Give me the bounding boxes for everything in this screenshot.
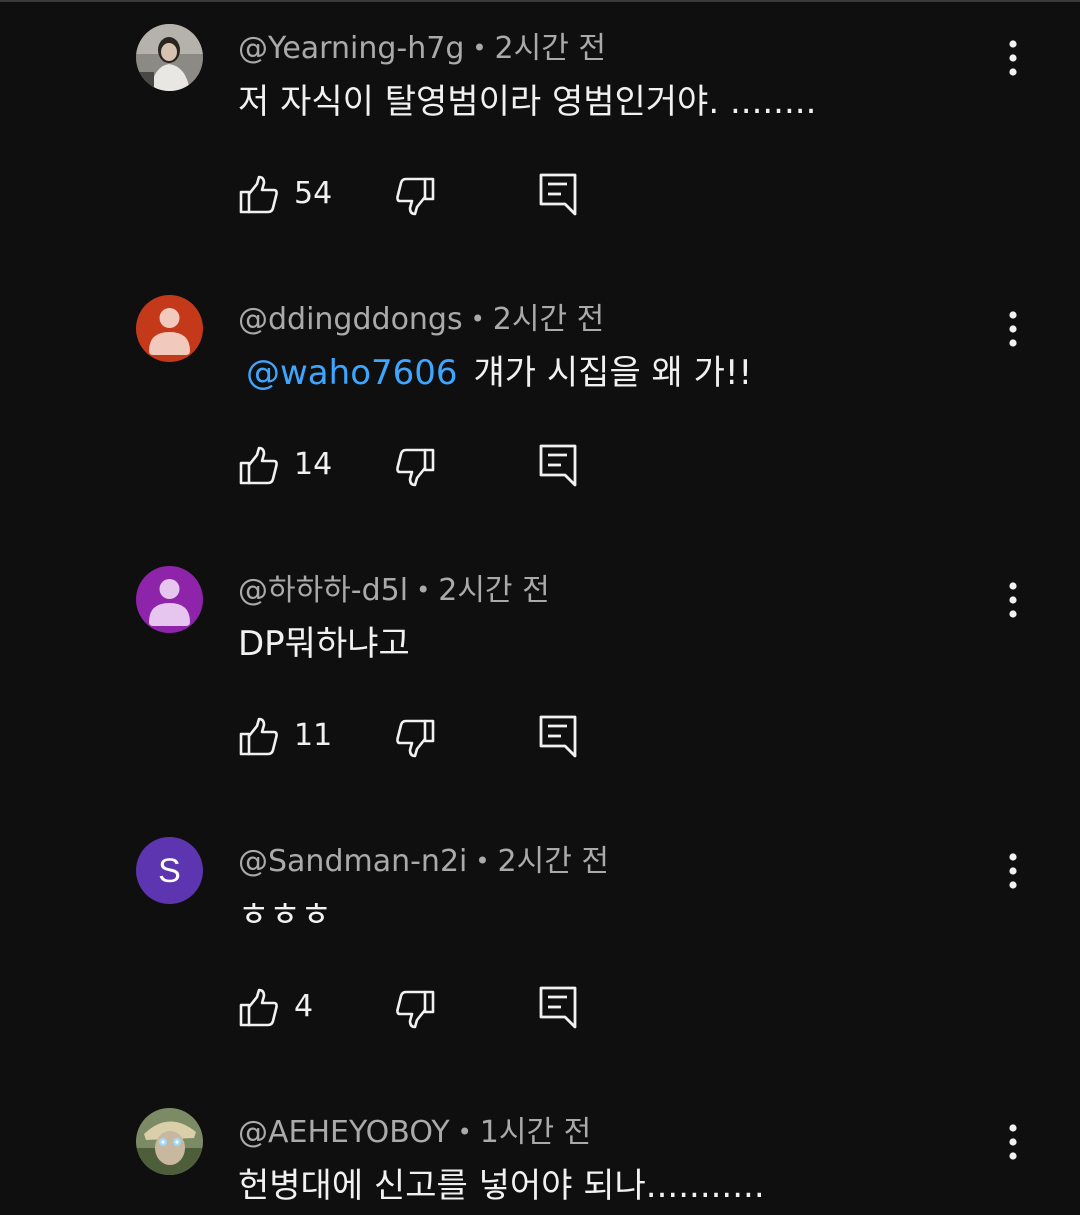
comment-time: 2시간 전 xyxy=(492,302,605,337)
author-name[interactable]: @Sandman-n2i xyxy=(238,844,467,879)
comment-item: @하하하-d5l • 2시간 전 DP뭐하냐고 11 xyxy=(0,542,1080,813)
reply-icon[interactable] xyxy=(538,714,578,764)
more-vert-icon[interactable] xyxy=(996,309,1030,349)
reply-icon[interactable] xyxy=(538,443,578,493)
comment-item: S @Sandman-n2i • 2시간 전 ㅎㅎㅎ 4 xyxy=(0,813,1080,1084)
author-name[interactable]: @AEHEYOBOY xyxy=(238,1115,450,1150)
reply-icon[interactable] xyxy=(538,985,578,1035)
thumbs-down-icon[interactable] xyxy=(394,989,436,1035)
comment-meta: @Sandman-n2i • 2시간 전 xyxy=(238,839,609,884)
separator-dot: • xyxy=(470,305,485,333)
separator-dot: • xyxy=(457,1118,472,1146)
reply-icon[interactable] xyxy=(538,172,578,222)
comment-body: 저 자식이 탈영범이라 영범인거야. ........ xyxy=(238,82,817,122)
mention-link[interactable]: @waho7606 xyxy=(246,353,458,393)
avatar[interactable] xyxy=(136,24,203,91)
comment-time: 2시간 전 xyxy=(494,31,606,66)
separator-dot: • xyxy=(416,576,431,604)
comment-meta: @하하하-d5l • 2시간 전 xyxy=(238,568,550,613)
comment-meta: @ddingddongs • 2시간 전 xyxy=(238,297,604,342)
avatar[interactable] xyxy=(136,566,203,633)
avatar[interactable] xyxy=(136,1108,203,1175)
more-vert-icon[interactable] xyxy=(996,851,1030,891)
more-vert-icon[interactable] xyxy=(996,580,1030,620)
comment-time: 2시간 전 xyxy=(497,844,609,879)
thumbs-down-icon[interactable] xyxy=(394,447,436,493)
comment-text: @waho7606 걔가 시집을 왜 가!! xyxy=(238,349,752,397)
thumbs-up-icon[interactable] xyxy=(238,445,280,491)
author-name[interactable]: @하하하-d5l xyxy=(238,573,408,608)
comment-text: ㅎㅎㅎ xyxy=(238,891,332,939)
comment-body: ㅎㅎㅎ xyxy=(238,895,332,935)
avatar-photo-icon xyxy=(136,24,203,91)
like-count: 11 xyxy=(294,718,333,753)
comment-actions: 11 xyxy=(238,712,638,762)
more-vert-icon[interactable] xyxy=(996,38,1030,78)
default-avatar-icon xyxy=(136,566,203,633)
comment-time: 2시간 전 xyxy=(438,573,550,608)
avatar[interactable]: S xyxy=(136,837,203,904)
thumbs-up-icon[interactable] xyxy=(238,987,280,1033)
comment-item: @ddingddongs • 2시간 전 @waho7606 걔가 시집을 왜 가!!… xyxy=(0,271,1080,542)
comment-body: 헌병대에 신고를 넣어야 되나........... xyxy=(238,1166,765,1206)
thumbs-down-icon[interactable] xyxy=(394,718,436,764)
comment-actions: 14 xyxy=(238,441,638,491)
thumbs-up-icon[interactable] xyxy=(238,716,280,762)
comment-time: 1시간 전 xyxy=(479,1115,592,1150)
author-name[interactable]: @ddingddongs xyxy=(238,302,463,337)
separator-dot: • xyxy=(472,34,487,62)
avatar[interactable] xyxy=(136,295,203,362)
default-avatar-icon xyxy=(136,295,203,362)
comment-text: 헌병대에 신고를 넣어야 되나........... xyxy=(238,1162,765,1210)
avatar-letter: S xyxy=(158,852,181,890)
thumbs-up-icon[interactable] xyxy=(238,174,280,220)
letter-avatar-icon: S xyxy=(136,837,203,904)
avatar-photo-icon xyxy=(136,1108,203,1175)
separator-dot: • xyxy=(475,847,490,875)
thumbs-down-icon[interactable] xyxy=(394,176,436,222)
comment-meta: @AEHEYOBOY • 1시간 전 xyxy=(238,1110,591,1155)
comment-meta: @Yearning-h7g • 2시간 전 xyxy=(238,26,606,71)
comment-item: @AEHEYOBOY • 1시간 전 헌병대에 신고를 넣어야 되나........… xyxy=(0,1084,1080,1215)
like-count: 4 xyxy=(294,989,314,1024)
comment-text: 저 자식이 탈영범이라 영범인거야. ........ xyxy=(238,78,816,126)
comment-body: 걔가 시집을 왜 가!! xyxy=(473,353,753,393)
author-name[interactable]: @Yearning-h7g xyxy=(238,31,464,66)
like-count: 14 xyxy=(294,447,333,482)
more-vert-icon[interactable] xyxy=(996,1122,1030,1162)
comment-body: DP뭐하냐고 xyxy=(238,624,410,664)
comment-actions: 4 xyxy=(238,983,638,1033)
comment-actions: 54 xyxy=(238,170,638,220)
comment-item: @Yearning-h7g • 2시간 전 저 자식이 탈영범이라 영범인거야. .… xyxy=(0,0,1080,271)
like-count: 54 xyxy=(294,176,333,211)
comment-text: DP뭐하냐고 xyxy=(238,620,410,668)
